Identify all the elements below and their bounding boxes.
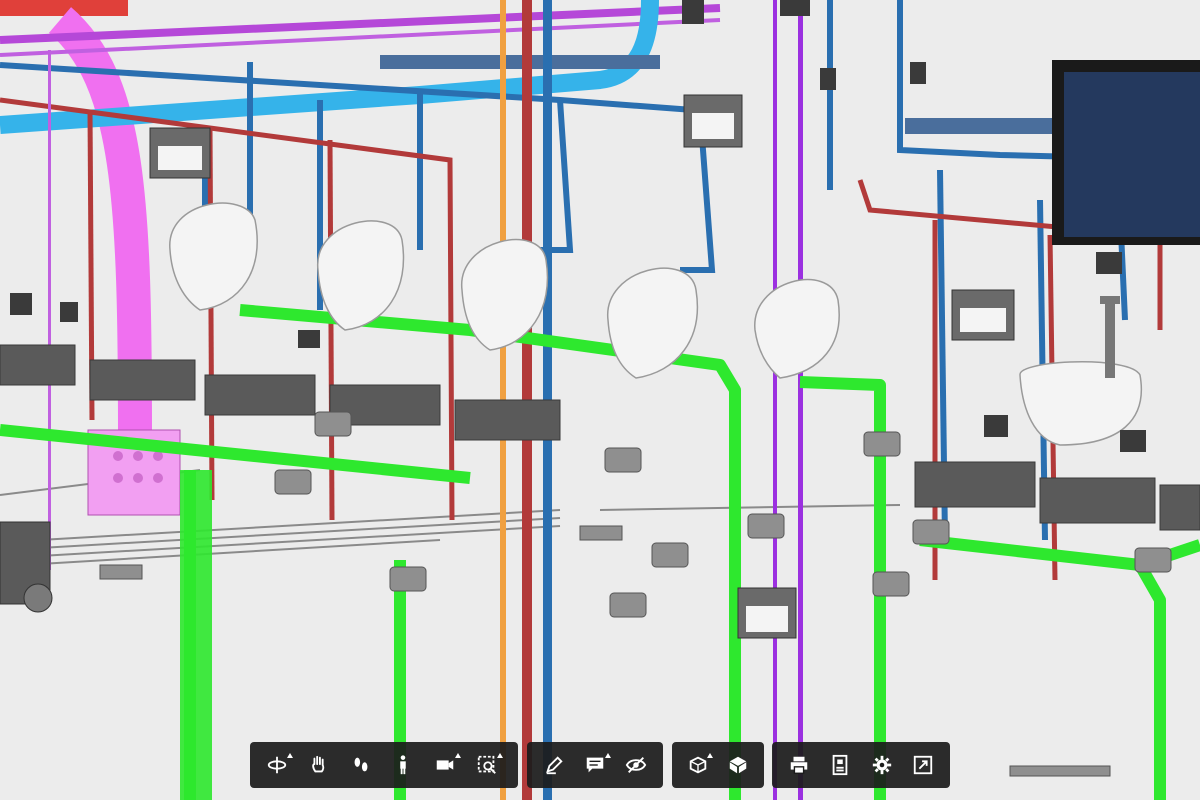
settings-toolbar xyxy=(772,742,950,788)
orbit-button[interactable] xyxy=(256,747,298,783)
person-icon xyxy=(400,755,406,775)
markup-toolbar xyxy=(527,742,663,788)
print-button[interactable] xyxy=(778,747,820,783)
properties-button[interactable] xyxy=(820,747,862,783)
model-toolbar xyxy=(672,742,764,788)
pan-button[interactable] xyxy=(298,747,340,783)
comment-icon xyxy=(586,757,604,773)
model-browser-button[interactable] xyxy=(718,747,758,783)
bim-scene xyxy=(0,0,1200,800)
cube-icon xyxy=(729,756,747,774)
orbit-icon xyxy=(267,756,287,774)
zoom-fit-icon xyxy=(477,755,496,774)
walk-button[interactable] xyxy=(340,747,382,783)
first-person-button[interactable] xyxy=(382,747,424,783)
camera-button[interactable] xyxy=(424,747,466,783)
camera-icon xyxy=(436,760,454,770)
hide-button[interactable] xyxy=(616,747,657,783)
menu-indicator xyxy=(287,753,293,758)
eye-hidden-icon xyxy=(626,757,647,773)
red-duct xyxy=(0,0,128,16)
comments-button[interactable] xyxy=(574,747,615,783)
gear-icon xyxy=(872,755,891,775)
properties-icon xyxy=(832,754,848,776)
section-button[interactable] xyxy=(678,747,718,783)
menu-indicator xyxy=(604,753,611,758)
blue-cable-tray xyxy=(380,55,660,69)
fullscreen-button[interactable] xyxy=(903,747,945,783)
pan-hand-icon xyxy=(312,755,325,773)
settings-button[interactable] xyxy=(861,747,903,783)
menu-indicator xyxy=(707,753,713,758)
vent-stack xyxy=(1105,298,1115,378)
model-viewport[interactable] xyxy=(0,0,1200,800)
menu-indicator xyxy=(497,753,503,758)
pencil-icon xyxy=(545,756,563,775)
navigation-toolbar xyxy=(250,742,518,788)
footprints-icon xyxy=(354,757,368,772)
menu-indicator xyxy=(455,753,461,758)
fit-to-view-button[interactable] xyxy=(466,747,508,783)
measure-button[interactable] xyxy=(533,747,574,783)
section-box-icon xyxy=(689,756,707,774)
print-icon xyxy=(790,756,807,774)
fullscreen-icon xyxy=(914,755,933,775)
purple-riser xyxy=(773,0,777,800)
